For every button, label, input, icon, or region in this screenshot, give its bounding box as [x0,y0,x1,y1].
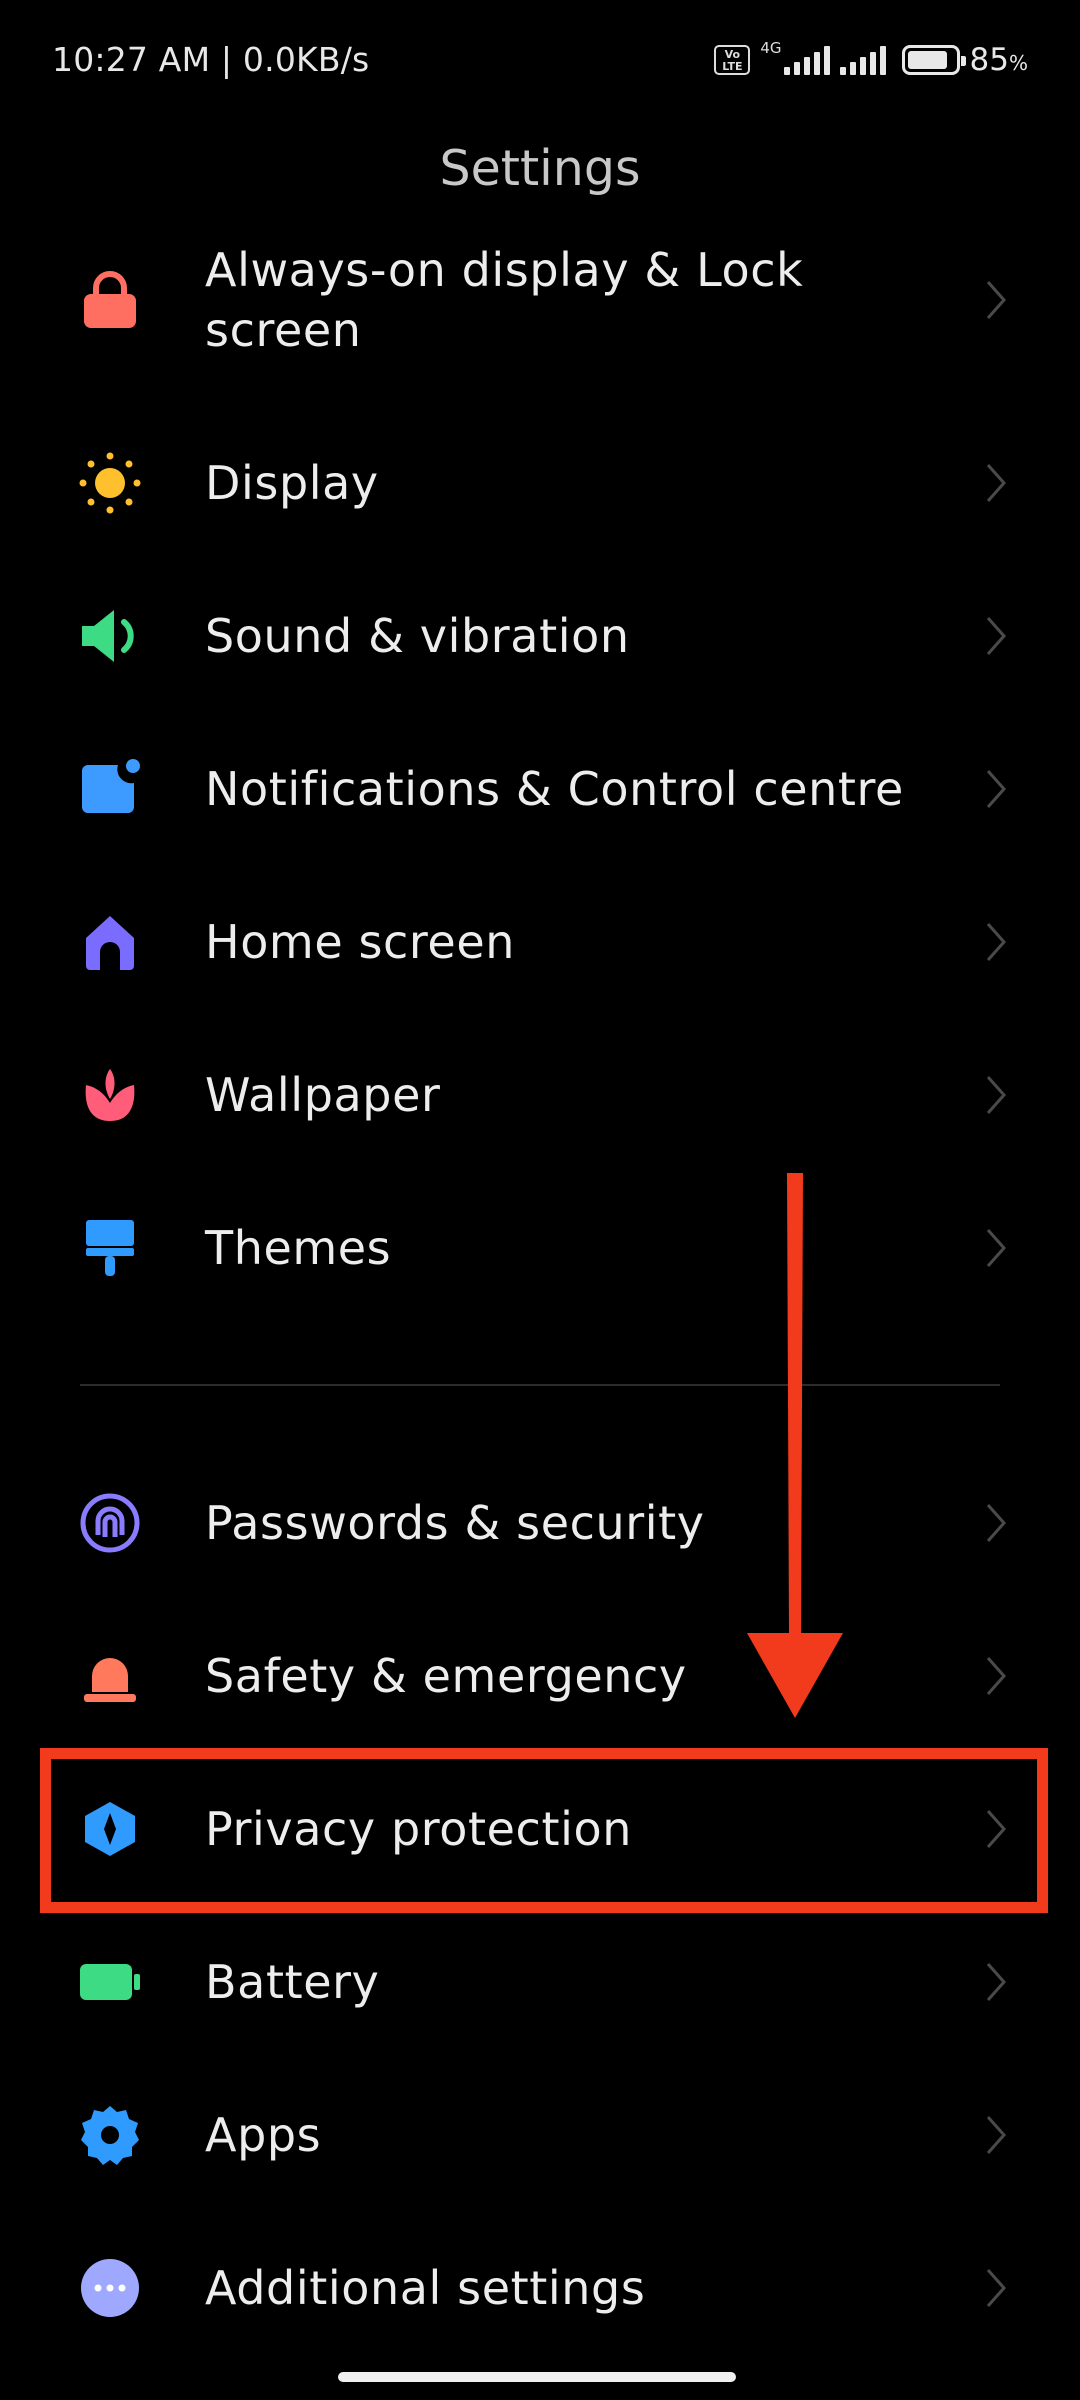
status-bar: 10:27 AM | 0.0KB/s Vo LTE 4G 85% [0,0,1080,120]
signal-icon [839,45,886,75]
home-indicator[interactable] [338,2372,736,2382]
battery-icon [78,1950,142,2014]
page-title: Settings [439,140,641,197]
settings-item-sound[interactable]: Sound & vibration [0,561,1080,711]
status-indicators: Vo LTE 4G 85% [714,38,1028,82]
speaker-icon [78,604,142,668]
settings-item-label: Always-on display & Lock screen [205,243,804,357]
settings-item-themes[interactable]: Themes [0,1173,1080,1323]
settings-item-safety-emergency[interactable]: Safety & emergency [0,1601,1080,1751]
settings-item-additional[interactable]: Additional settings [0,2213,1080,2363]
battery-fill [907,51,947,69]
chevron-right-icon [986,281,1007,319]
settings-item-battery[interactable]: Battery [0,1907,1080,2057]
notification-icon [78,757,142,821]
signal-icon [783,45,830,75]
sun-icon [78,451,142,515]
battery-status-icon [901,45,966,75]
annotation-arrow-icon [747,1173,843,1718]
lock-icon [78,268,142,332]
more-dots-icon [78,2256,142,2320]
settings-item-label: Apps [205,2108,322,2162]
chevron-right-icon [986,464,1007,502]
settings-item-label: Notifications & Control centre [205,762,904,816]
fingerprint-icon [78,1491,142,1555]
settings-item-label: Home screen [205,915,515,969]
settings-item-label: Additional settings [205,2261,646,2315]
settings-item-apps[interactable]: Apps [0,2060,1080,2210]
settings-item-notifications[interactable]: Notifications & Control centre [0,714,1080,864]
settings-item-label: Battery [205,1955,380,2009]
settings-item-label: Themes [205,1221,392,1275]
settings-item-label: Display [205,456,379,510]
settings-item-display[interactable]: Display [0,408,1080,558]
chevron-right-icon [986,2269,1007,2307]
settings-item-label: Wallpaper [205,1068,441,1122]
settings-item-label: Safety & emergency [205,1649,687,1703]
settings-item-home-screen[interactable]: Home screen [0,867,1080,1017]
volte-icon: Vo LTE [714,45,751,75]
network-type: 4G [760,39,782,57]
chevron-right-icon [986,1076,1007,1114]
chevron-right-icon [986,770,1007,808]
home-icon [78,910,142,974]
flower-icon [78,1063,142,1127]
chevron-right-icon [986,1657,1007,1695]
settings-item-lock-screen[interactable]: Always-on display & Lock screen [0,225,1080,375]
section-divider [80,1384,1000,1386]
gear-icon [78,2103,142,2167]
chevron-right-icon [986,923,1007,961]
settings-item-passwords-security[interactable]: Passwords & security [0,1448,1080,1598]
chevron-right-icon [986,1963,1007,2001]
status-time-speed: 10:27 AM | 0.0KB/s [52,40,370,79]
battery-percentage: 85% [969,42,1028,78]
chevron-right-icon [986,1504,1007,1542]
settings-item-label: Passwords & security [205,1496,705,1550]
brush-icon [78,1216,142,1280]
settings-item-label: Sound & vibration [205,609,630,663]
chevron-right-icon [986,2116,1007,2154]
chevron-right-icon [986,617,1007,655]
highlight-box [40,1748,1048,1913]
settings-item-wallpaper[interactable]: Wallpaper [0,1020,1080,1170]
siren-icon [78,1644,142,1708]
chevron-right-icon [986,1229,1007,1267]
